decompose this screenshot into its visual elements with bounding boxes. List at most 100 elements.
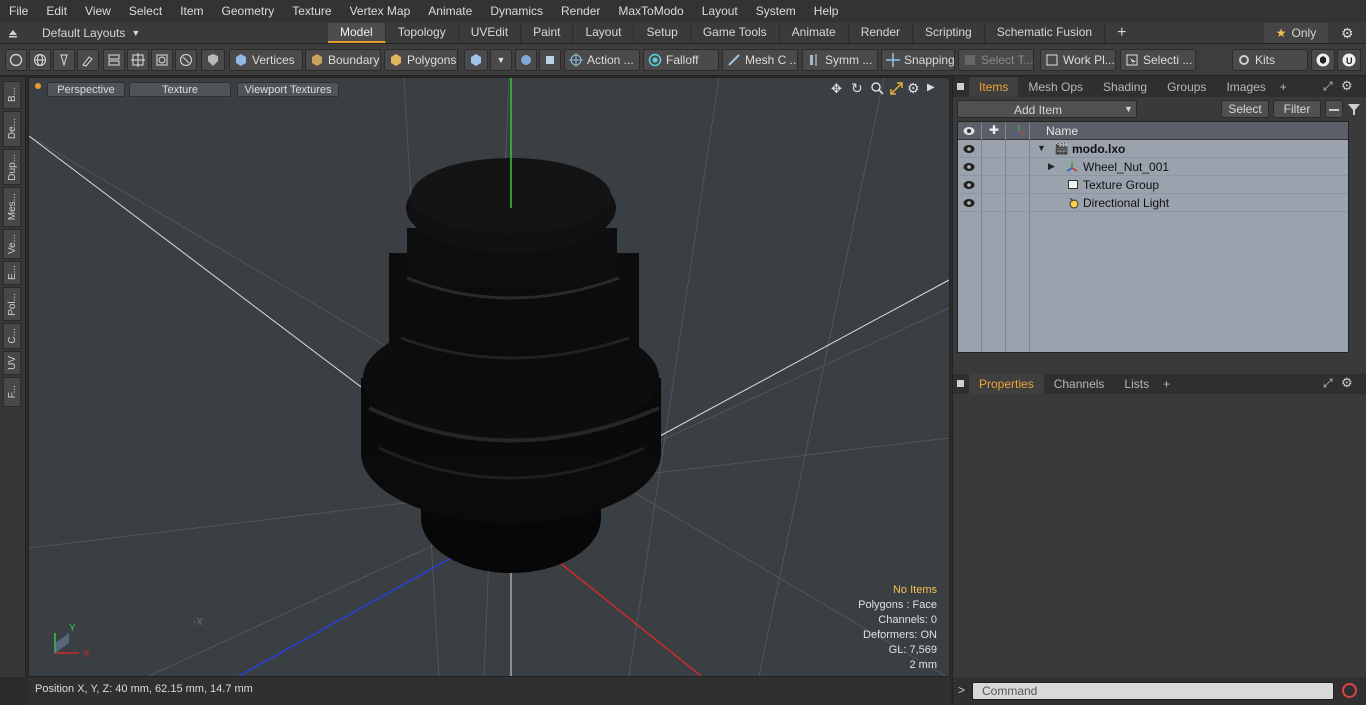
funnel-icon[interactable] [1347, 102, 1361, 116]
left-tab-basic[interactable]: B... [3, 81, 21, 109]
left-tab-deform[interactable]: De... [3, 111, 21, 147]
snap-b-button[interactable] [539, 49, 561, 71]
menu-layout[interactable]: Layout [693, 4, 747, 18]
only-button[interactable]: ★ Only [1264, 23, 1328, 43]
tree-row-directional-light[interactable]: Directional Light [958, 194, 1348, 212]
menu-select[interactable]: Select [120, 4, 171, 18]
tool-d-button[interactable] [175, 49, 197, 71]
tab-topology[interactable]: Topology [386, 23, 459, 43]
item-mode-button[interactable] [464, 49, 488, 71]
3d-viewport[interactable]: Perspective Texture Viewport Textures ✥ … [28, 77, 950, 677]
eye-icon[interactable] [963, 198, 975, 208]
falloff-button[interactable]: Falloff [643, 49, 719, 71]
panel-expand-icon[interactable]: ⤢ [1323, 376, 1333, 391]
select-button[interactable]: Select [1221, 100, 1269, 118]
eye-icon[interactable] [963, 180, 975, 190]
tab-lists[interactable]: Lists [1114, 374, 1159, 394]
globe-button[interactable] [29, 49, 51, 71]
tab-schematic-fusion[interactable]: Schematic Fusion [985, 23, 1106, 43]
snap-a-button[interactable] [515, 49, 537, 71]
tab-paint[interactable]: Paint [521, 23, 574, 43]
menu-dynamics[interactable]: Dynamics [481, 4, 552, 18]
tool-c-button[interactable] [151, 49, 173, 71]
work-plane-button[interactable]: Work Pl... [1040, 49, 1116, 71]
left-tab-vertex[interactable]: Ve... [3, 229, 21, 259]
symmetry-button[interactable]: Symm ... [802, 49, 878, 71]
tool-b-button[interactable] [127, 49, 149, 71]
kits-button[interactable]: Kits [1232, 49, 1308, 71]
tree-scrollbar[interactable] [1351, 121, 1361, 353]
panel-menu-icon[interactable] [953, 77, 969, 97]
menu-vertex-map[interactable]: Vertex Map [341, 4, 420, 18]
gear-icon[interactable]: ⚙ [1341, 25, 1354, 42]
perspective-button[interactable]: Perspective [47, 82, 125, 97]
polygons-button[interactable]: Polygons [384, 49, 458, 71]
panel-settings-icon[interactable]: ⚙ [1341, 375, 1353, 391]
layout-switcher[interactable]: Default Layouts ▼ [6, 24, 140, 42]
menu-view[interactable]: View [76, 4, 120, 18]
left-tab-mesh-edit[interactable]: Mes... [3, 187, 21, 227]
zoom-icon[interactable] [871, 82, 884, 95]
viewport-settings-icon[interactable]: ⚙ [907, 80, 920, 97]
left-tab-uv[interactable]: UV [3, 351, 21, 375]
panel-expand-icon[interactable]: ⤢ [1323, 79, 1333, 94]
brush-button[interactable] [77, 49, 99, 71]
mesh-constraint-button[interactable]: Mesh C ... [722, 49, 798, 71]
tree-row-texture-group[interactable]: Texture Group [958, 176, 1348, 194]
mode-dropdown-button[interactable]: ▼ [490, 49, 512, 71]
add-layout-icon[interactable]: + [1105, 23, 1138, 43]
menu-item[interactable]: Item [171, 4, 212, 18]
collapse-button[interactable] [1325, 100, 1343, 118]
menu-render[interactable]: Render [552, 4, 609, 18]
filter-button[interactable]: Filter [1273, 100, 1321, 118]
tool-e-button[interactable] [201, 49, 225, 71]
menu-file[interactable]: File [0, 4, 37, 18]
tab-shading[interactable]: Shading [1093, 77, 1157, 97]
tab-setup[interactable]: Setup [634, 23, 691, 43]
select-through-button[interactable]: Select T... [958, 49, 1034, 71]
menu-texture[interactable]: Texture [283, 4, 340, 18]
eye-icon[interactable] [963, 162, 975, 172]
menu-help[interactable]: Help [805, 4, 848, 18]
snapping-button[interactable]: Snapping [881, 49, 955, 71]
tool-a-button[interactable] [103, 49, 125, 71]
left-tab-duplicate[interactable]: Dup... [3, 149, 21, 185]
viewport-textures-button[interactable]: Viewport Textures [237, 82, 339, 97]
unreal-button[interactable]: U [1337, 49, 1361, 71]
viewport-expand-icon[interactable]: ▶ [927, 82, 935, 93]
tree-row-wheel-nut[interactable]: ▶ Wheel_Nut_001 [958, 158, 1348, 176]
rotate-view-icon[interactable]: ↻ [851, 80, 863, 97]
expand-triangle-icon[interactable]: ▶ [1048, 161, 1055, 172]
add-tab-icon[interactable]: + [1159, 374, 1174, 394]
left-tab-edge[interactable]: E... [3, 261, 21, 285]
tab-scripting[interactable]: Scripting [913, 23, 985, 43]
tab-mesh-ops[interactable]: Mesh Ops [1018, 77, 1093, 97]
tab-properties[interactable]: Properties [969, 374, 1044, 394]
panel-menu-icon[interactable] [953, 374, 969, 394]
expand-triangle-icon[interactable]: ▼ [1037, 143, 1046, 153]
menu-geometry[interactable]: Geometry [213, 4, 284, 18]
eye-icon[interactable] [963, 144, 975, 154]
panel-settings-icon[interactable]: ⚙ [1341, 78, 1353, 94]
boundary-button[interactable]: Boundary [305, 49, 381, 71]
tree-row-modo-lxo[interactable]: ▼ 🎬 modo.lxo [958, 140, 1348, 158]
add-item-button[interactable]: Add Item ▼ [957, 100, 1137, 118]
command-input[interactable]: Command [972, 682, 1334, 700]
tab-layout[interactable]: Layout [573, 23, 635, 43]
vertices-button[interactable]: Vertices [229, 49, 303, 71]
selection-sets-button[interactable]: Selecti ... [1120, 49, 1196, 71]
tab-channels[interactable]: Channels [1044, 374, 1115, 394]
tab-images[interactable]: Images [1216, 77, 1275, 97]
left-tab-fusion[interactable]: F... [3, 377, 21, 407]
record-icon[interactable] [1342, 683, 1357, 698]
menu-system[interactable]: System [747, 4, 805, 18]
maximize-icon[interactable] [890, 82, 903, 95]
texture-button[interactable]: Texture [129, 82, 231, 97]
tab-uvedit[interactable]: UVEdit [459, 23, 522, 43]
add-tab-icon[interactable]: + [1276, 77, 1291, 97]
tab-game-tools[interactable]: Game Tools [691, 23, 780, 43]
tab-model[interactable]: Model [328, 23, 386, 43]
pen-button[interactable] [53, 49, 75, 71]
action-center-button[interactable]: Action ... [564, 49, 640, 71]
menu-maxtomodo[interactable]: MaxToModo [609, 4, 692, 18]
